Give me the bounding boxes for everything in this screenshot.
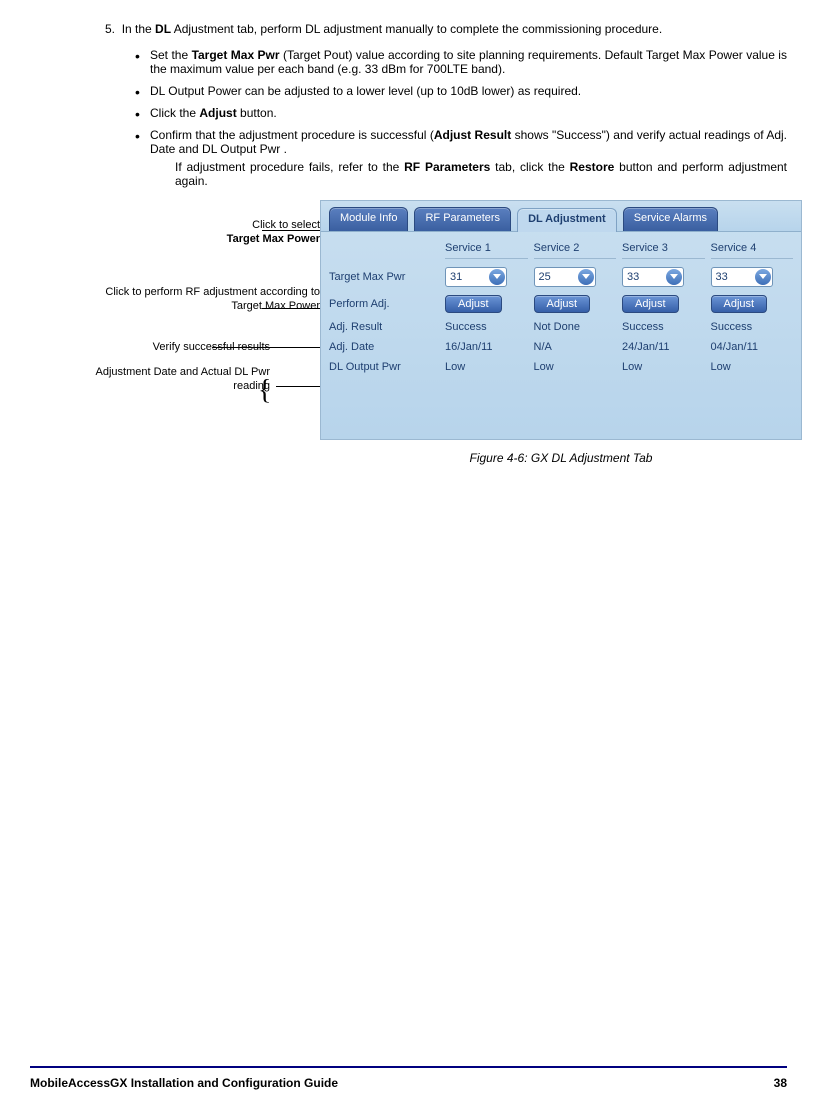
callout-target-max-power: Click to select Target Max Power bbox=[90, 218, 320, 247]
step5-intro: 5. In the DL Adjustment tab, perform DL … bbox=[105, 22, 787, 36]
sub-bullets: Set the Target Max Pwr (Target Pout) val… bbox=[135, 48, 787, 188]
step5-num: 5. bbox=[105, 22, 115, 36]
row-output-label: DL Output Pwr bbox=[329, 361, 439, 373]
chevron-down-icon bbox=[755, 269, 771, 285]
date-1: 16/Jan/11 bbox=[445, 341, 528, 353]
date-3: 24/Jan/11 bbox=[622, 341, 705, 353]
adjust-button-2[interactable]: Adjust bbox=[534, 295, 591, 313]
bold-dl: DL bbox=[155, 22, 171, 36]
footer-title: MobileAccessGX Installation and Configur… bbox=[30, 1076, 338, 1090]
col-service1: Service 1 bbox=[445, 242, 528, 259]
result-1: Success bbox=[445, 321, 528, 333]
target-combo-2[interactable]: 25 bbox=[534, 267, 596, 287]
result-3: Success bbox=[622, 321, 705, 333]
chevron-down-icon bbox=[489, 269, 505, 285]
output-1: Low bbox=[445, 361, 528, 373]
bullet-1: Set the Target Max Pwr (Target Pout) val… bbox=[135, 48, 787, 76]
chevron-down-icon bbox=[666, 269, 682, 285]
chevron-down-icon bbox=[578, 269, 594, 285]
result-4: Success bbox=[711, 321, 794, 333]
result-2: Not Done bbox=[534, 321, 617, 333]
row-date-label: Adj. Date bbox=[329, 341, 439, 353]
adjust-button-1[interactable]: Adjust bbox=[445, 295, 502, 313]
callout-perform-adjustment: Click to perform RF adjustment according… bbox=[90, 285, 320, 314]
adjust-button-3[interactable]: Adjust bbox=[622, 295, 679, 313]
bullet-4: Confirm that the adjustment procedure is… bbox=[135, 128, 787, 188]
bullet-3: Click the Adjust button. bbox=[135, 106, 787, 120]
tab-module-info[interactable]: Module Info bbox=[329, 207, 408, 231]
callout-adj-date-pwr: Adjustment Date and Actual DL Pwr readin… bbox=[90, 365, 270, 394]
date-4: 04/Jan/11 bbox=[711, 341, 794, 353]
tab-rf-parameters[interactable]: RF Parameters bbox=[414, 207, 511, 231]
footer-page: 38 bbox=[774, 1076, 787, 1090]
dl-adjustment-screenshot: Module Info RF Parameters DL Adjustment … bbox=[320, 200, 802, 440]
tab-dl-adjustment[interactable]: DL Adjustment bbox=[517, 208, 617, 232]
tab-service-alarms[interactable]: Service Alarms bbox=[623, 207, 718, 231]
col-service3: Service 3 bbox=[622, 242, 705, 259]
target-combo-4[interactable]: 33 bbox=[711, 267, 773, 287]
tabs: Module Info RF Parameters DL Adjustment … bbox=[321, 201, 801, 232]
row-result-label: Adj. Result bbox=[329, 321, 439, 333]
date-2: N/A bbox=[534, 341, 617, 353]
col-service2: Service 2 bbox=[534, 242, 617, 259]
brace: { bbox=[258, 380, 271, 402]
target-combo-3[interactable]: 33 bbox=[622, 267, 684, 287]
bullet-2: DL Output Power can be adjusted to a low… bbox=[135, 84, 787, 98]
output-3: Low bbox=[622, 361, 705, 373]
output-4: Low bbox=[711, 361, 794, 373]
fail-note: If adjustment procedure fails, refer to … bbox=[175, 160, 787, 188]
row-target-label: Target Max Pwr bbox=[329, 271, 439, 283]
output-2: Low bbox=[534, 361, 617, 373]
col-service4: Service 4 bbox=[711, 242, 794, 259]
figure-caption: Figure 4-6: GX DL Adjustment Tab bbox=[320, 451, 802, 465]
row-perform-label: Perform Adj. bbox=[329, 298, 439, 310]
adjust-button-4[interactable]: Adjust bbox=[711, 295, 768, 313]
target-combo-1[interactable]: 31 bbox=[445, 267, 507, 287]
